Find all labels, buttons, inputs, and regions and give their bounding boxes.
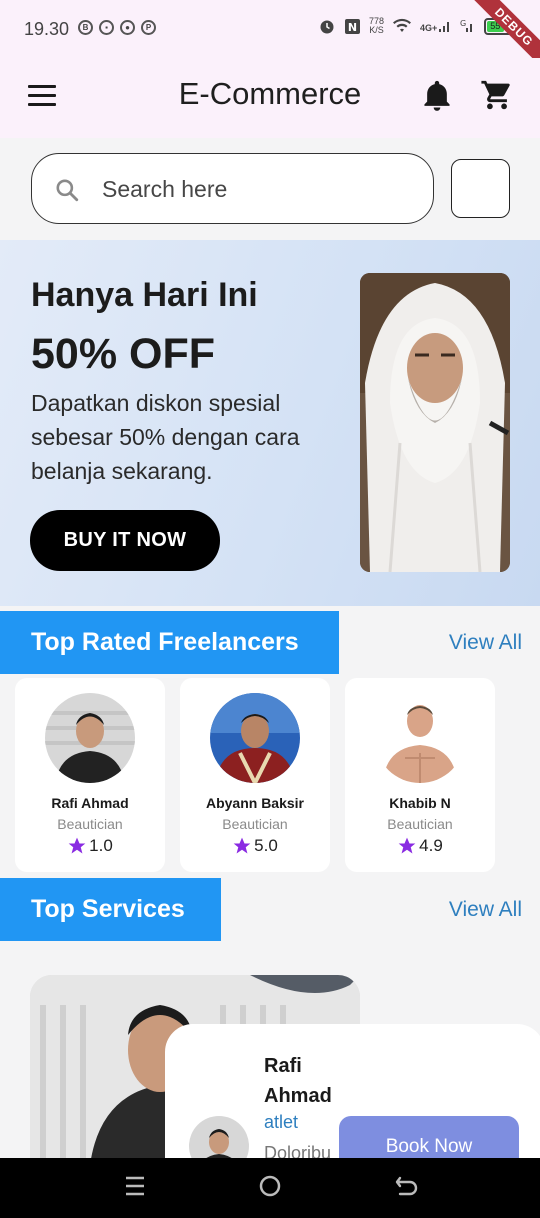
- wifi-icon: [393, 18, 412, 32]
- app-bar: E-Commerce: [0, 58, 540, 138]
- svg-text:G: G: [460, 19, 466, 28]
- network-speed: 778 K/S: [369, 16, 385, 35]
- search-bar[interactable]: [31, 153, 434, 224]
- svg-text:N: N: [348, 21, 357, 34]
- star-icon: [68, 837, 86, 854]
- freelancer-name: Abyann Baksir: [205, 795, 305, 811]
- nfc-icon: N: [345, 18, 360, 34]
- service-provider-name: Rafi Ahmad: [264, 1055, 332, 1107]
- banner-description: Dapatkan diskon spesial sebesar 50% deng…: [31, 390, 300, 484]
- search-icon: [56, 179, 79, 202]
- app-title: E-Commerce: [178, 76, 362, 111]
- home-icon[interactable]: [258, 1174, 282, 1198]
- bell-icon[interactable]: [422, 80, 452, 112]
- github-notification-icon: ●: [120, 20, 135, 35]
- signal-2-icon: G: [460, 19, 473, 32]
- status-time: 19.30: [24, 19, 70, 39]
- service-type: atlet: [264, 1112, 299, 1132]
- star-icon: [398, 837, 416, 854]
- buy-now-button[interactable]: BUY IT NOW: [30, 510, 220, 571]
- avatar: [375, 693, 465, 783]
- banner-photo: [360, 273, 510, 572]
- freelancer-rating: 1.0: [15, 836, 165, 856]
- recents-icon[interactable]: [124, 1174, 146, 1198]
- promo-banner: Hanya Hari Ini 50% OFF Dapatkan diskon s…: [0, 240, 540, 606]
- services-section-title: Top Services: [0, 878, 221, 941]
- search-input[interactable]: [102, 170, 402, 208]
- avatar: [210, 693, 300, 783]
- freelancer-rating: 4.9: [345, 836, 495, 856]
- system-icons: N 778 K/S 4G+ G 55: [318, 16, 521, 35]
- freelancer-list: Rafi Ahmad Beautician 1.0 Abyann Baksir …: [15, 678, 495, 872]
- services-view-all-link[interactable]: View All: [449, 898, 522, 922]
- back-icon[interactable]: [394, 1174, 418, 1198]
- freelancer-name: Rafi Ahmad: [51, 795, 129, 811]
- banner-headline: Hanya Hari Ini: [31, 276, 258, 314]
- freelancer-rating: 5.0: [180, 836, 330, 856]
- status-bar: 19.30 B ▪ ● P N 778 K/S 4G+ G 55 DEBUG: [0, 0, 540, 76]
- freelancer-role: Beautician: [57, 816, 123, 832]
- app-notification-icon: ▪: [99, 20, 114, 35]
- pinterest-notification-icon: P: [141, 20, 156, 35]
- freelancer-card[interactable]: Rafi Ahmad Beautician 1.0: [15, 678, 165, 872]
- freelancer-role: Beautician: [387, 816, 453, 832]
- system-navigation-bar: [0, 1158, 540, 1218]
- star-icon: [233, 837, 251, 854]
- freelancer-card[interactable]: Khabib N Beautician 4.9: [345, 678, 495, 872]
- freelancers-section-title: Top Rated Freelancers: [0, 611, 339, 674]
- freelancer-name: Khabib N: [389, 795, 451, 811]
- freelancer-card[interactable]: Abyann Baksir Beautician 5.0: [180, 678, 330, 872]
- signal-icon: 4G+: [420, 19, 452, 33]
- banner-offer: 50% OFF: [31, 330, 215, 378]
- avatar: [45, 693, 135, 783]
- shopping-cart-icon[interactable]: [480, 78, 514, 112]
- filter-button[interactable]: [451, 159, 510, 218]
- freelancer-role: Beautician: [222, 816, 288, 832]
- notification-icons: B ▪ ● P: [78, 20, 156, 35]
- freelancers-view-all-link[interactable]: View All: [449, 631, 522, 655]
- alarm-icon: [320, 20, 334, 34]
- b-notification-icon: B: [78, 20, 93, 35]
